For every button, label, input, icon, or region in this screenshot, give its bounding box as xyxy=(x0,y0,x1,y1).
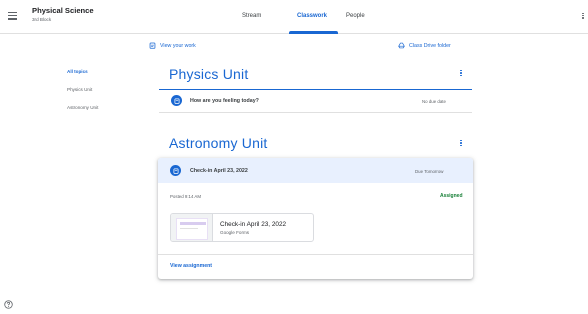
assignment-row-feeling[interactable]: How are you feeling today? No due date xyxy=(159,90,472,112)
assignment-card-expanded: Check-in April 23, 2022 Due Tomorrow Pos… xyxy=(158,158,473,279)
topic-more-options-icon[interactable] xyxy=(457,69,465,79)
class-drive-folder-link[interactable]: Class Drive folder xyxy=(398,42,451,49)
row-divider xyxy=(159,112,472,113)
view-assignment-link[interactable]: View assignment xyxy=(170,263,212,269)
view-your-work-label: View your work xyxy=(160,42,196,49)
posted-time: Posted 9:14 AM xyxy=(170,194,201,199)
assignment-row-checkin[interactable]: Check-in April 23, 2022 Due Tomorrow xyxy=(158,158,473,183)
tab-people[interactable]: People xyxy=(346,13,365,19)
attachment-type: Google Forms xyxy=(220,230,250,235)
card-divider xyxy=(158,254,473,255)
topic-title-astronomy: Astronomy Unit xyxy=(169,135,268,151)
assignment-due: No due date xyxy=(422,99,446,104)
assignment-title: Check-in April 23, 2022 xyxy=(190,168,248,174)
top-app-bar: Physical Science 3rd Block Stream Classw… xyxy=(0,0,588,34)
assignment-icon xyxy=(149,42,156,49)
status-badge: Assigned xyxy=(440,193,463,199)
assignment-title: How are you feeling today? xyxy=(190,98,259,104)
assignment-due: Due Tomorrow xyxy=(415,169,444,174)
view-your-work-link[interactable]: View your work xyxy=(149,42,196,49)
active-tab-indicator xyxy=(289,31,338,34)
tab-stream[interactable]: Stream xyxy=(242,13,261,19)
more-options-icon[interactable] xyxy=(580,12,586,22)
sidebar-item-all-topics[interactable]: All topics xyxy=(67,69,88,74)
assignment-icon xyxy=(170,165,181,176)
sidebar-item-physics-unit[interactable]: Physics Unit xyxy=(67,87,92,92)
class-drive-folder-label: Class Drive folder xyxy=(409,42,451,49)
sidebar-item-astronomy-unit[interactable]: Astronomy Unit xyxy=(67,105,98,110)
drive-icon xyxy=(398,42,405,49)
form-thumbnail xyxy=(171,214,213,241)
tab-bar: Stream Classwork People xyxy=(0,0,588,34)
attachment-google-form[interactable]: Check-in April 23, 2022 Google Forms xyxy=(170,213,314,242)
help-icon[interactable] xyxy=(4,300,13,309)
tab-classwork[interactable]: Classwork xyxy=(297,13,327,19)
assignment-icon xyxy=(171,95,182,106)
attachment-title: Check-in April 23, 2022 xyxy=(220,221,287,228)
topic-more-options-icon[interactable] xyxy=(457,139,465,149)
topic-title-physics: Physics Unit xyxy=(169,66,249,82)
